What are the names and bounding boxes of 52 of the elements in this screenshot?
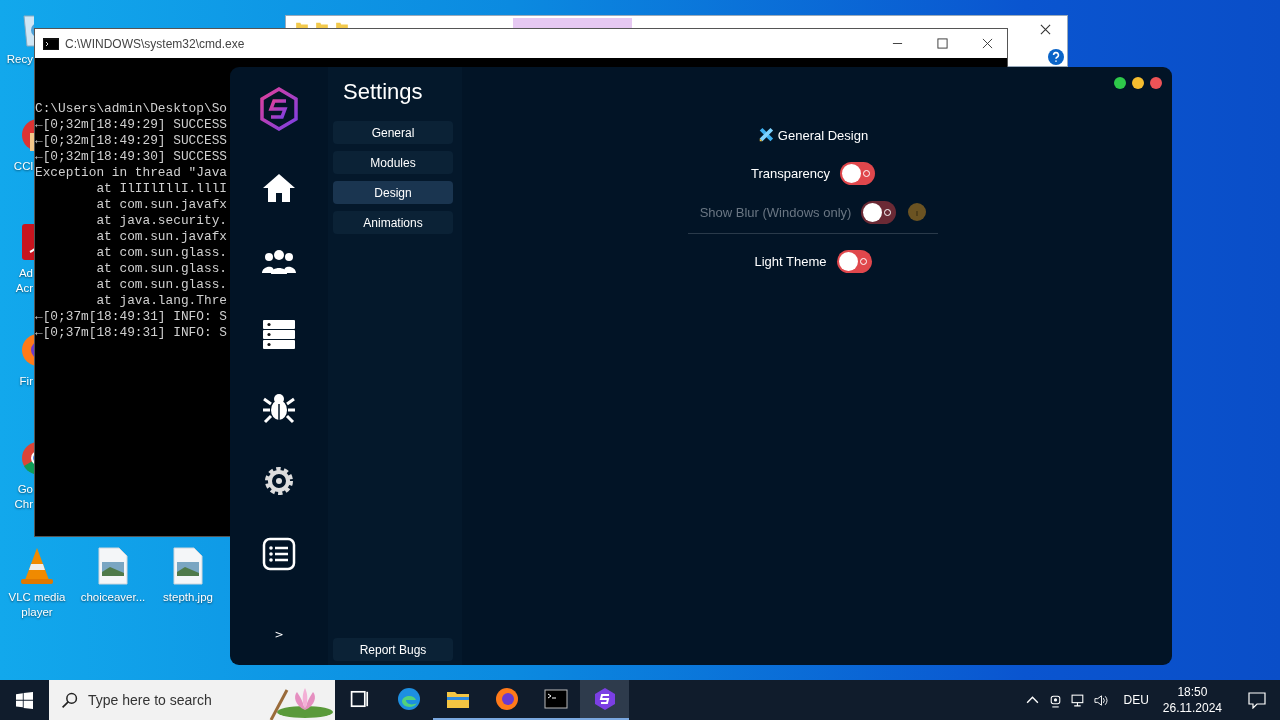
notification-icon[interactable] bbox=[1248, 691, 1266, 709]
search-field[interactable]: Type here to search bbox=[86, 691, 236, 709]
terminal-line: at com.sun.glass. bbox=[95, 245, 227, 261]
option-label: Show Blur (Windows only) bbox=[699, 204, 852, 220]
terminal-line: at com.sun.javafx bbox=[95, 229, 227, 245]
section-title: General Design bbox=[777, 127, 869, 143]
option-label: Light Theme bbox=[754, 253, 827, 269]
terminal-icon bbox=[43, 37, 59, 50]
terminal-line: ←[0;32m[18:49:29] SUCCESS bbox=[35, 117, 227, 133]
settings-tab[interactable]: Animations bbox=[333, 211, 453, 234]
terminal-line: C:\Users\admin\Desktop\So bbox=[35, 101, 227, 117]
toggle-switch[interactable] bbox=[840, 161, 875, 185]
close-icon[interactable] bbox=[1040, 24, 1051, 35]
edge-icon bbox=[396, 687, 421, 711]
help-icon[interactable] bbox=[1048, 49, 1064, 65]
clock[interactable]: 18:50 26.11.2024 bbox=[1162, 684, 1222, 716]
report-bugs-button[interactable]: Report Bugs bbox=[333, 638, 453, 661]
terminal-line: ←[0;32m[18:49:29] SUCCESS bbox=[35, 133, 227, 149]
settings-tab[interactable]: General bbox=[333, 121, 453, 144]
terminal-line: at java.security. bbox=[95, 213, 227, 229]
terminal-line: at com.sun.javafx bbox=[95, 197, 227, 213]
page-title: Settings bbox=[342, 79, 424, 105]
language-indicator[interactable]: DEU bbox=[1123, 693, 1149, 707]
logo-icon bbox=[259, 87, 299, 131]
speaker-icon[interactable] bbox=[1094, 692, 1110, 708]
terminal-line: ←[0;37m[18:49:31] INFO: S bbox=[35, 325, 227, 341]
tools-icon bbox=[757, 127, 774, 143]
settings-tab[interactable]: Design bbox=[333, 181, 453, 204]
window-control-dot[interactable] bbox=[1114, 77, 1126, 89]
terminal-line: at IlIIlIllI.lllI bbox=[95, 181, 227, 197]
window-control-dot[interactable] bbox=[1150, 77, 1162, 89]
terminal-line: at com.sun.glass. bbox=[95, 277, 227, 293]
terminal-icon bbox=[543, 687, 568, 711]
taskbar-button[interactable] bbox=[580, 680, 629, 720]
terminal-line: at java.lang.Thre bbox=[95, 293, 227, 309]
search-icon bbox=[61, 691, 78, 709]
toggle-switch[interactable] bbox=[836, 249, 872, 273]
terminal-line: Exception in thread "Java bbox=[35, 165, 227, 181]
list-icon[interactable] bbox=[261, 536, 297, 572]
windows-start-icon[interactable] bbox=[16, 691, 33, 709]
maximize-icon[interactable] bbox=[937, 38, 948, 49]
terminal-line: at com.sun.glass. bbox=[95, 261, 227, 277]
settings-tab[interactable]: Modules bbox=[333, 151, 453, 174]
app-logo-icon bbox=[592, 687, 617, 711]
firefox-icon bbox=[494, 687, 519, 711]
close-icon[interactable] bbox=[982, 38, 993, 49]
expand-toggle[interactable]: > bbox=[274, 628, 284, 641]
option-label: Transparency bbox=[751, 165, 830, 181]
terminal-line: ←[0;32m[18:49:30] SUCCESS bbox=[35, 149, 227, 165]
terminal-line: ←[0;37m[18:49:31] INFO: S bbox=[35, 309, 227, 325]
window-title: C:\WINDOWS\system32\cmd.exe bbox=[65, 36, 246, 51]
window-control-dot[interactable] bbox=[1132, 77, 1144, 89]
